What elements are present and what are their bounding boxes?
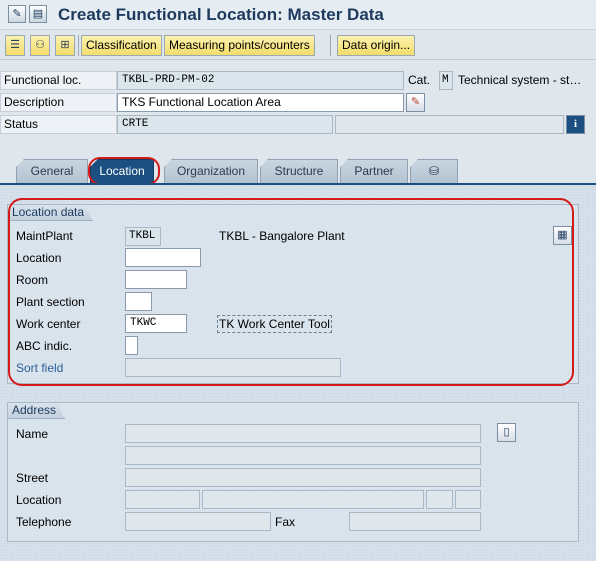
address-street-field: [125, 468, 481, 487]
address-postal-field: [125, 490, 200, 509]
address-detail-icon[interactable]: ▯: [497, 423, 516, 442]
tab-more-icon[interactable]: ⛁: [410, 159, 458, 183]
address-region-field: [455, 490, 481, 509]
tab-general[interactable]: General: [16, 159, 88, 183]
display-change-icon[interactable]: ✎: [8, 5, 26, 23]
maintplant-label: MaintPlant: [16, 229, 73, 243]
maintplant-field: TKBL: [125, 227, 161, 246]
abc-indic-input[interactable]: [125, 336, 138, 355]
work-center-input[interactable]: TKWC: [125, 314, 187, 333]
address-city-field: [202, 490, 424, 509]
functional-loc-label: Functional loc.: [0, 71, 117, 90]
sort-field-input: [125, 358, 341, 377]
address-name-label: Name: [16, 427, 49, 441]
classification-button[interactable]: Classification: [81, 35, 162, 56]
address-fax-field: [349, 512, 481, 531]
toolbar-separator: [78, 35, 79, 56]
address-title: Address: [8, 403, 65, 419]
address-street-label: Street: [16, 471, 49, 485]
address-fax-label: Fax: [275, 515, 296, 529]
status-field: CRTE: [117, 115, 333, 134]
address-map-icon[interactable]: ▦: [553, 226, 572, 245]
plant-section-input[interactable]: [125, 292, 152, 311]
cat-description: Technical system - st…: [458, 73, 582, 87]
description-input[interactable]: TKS Functional Location Area: [117, 93, 404, 112]
page-title: Create Functional Location: Master Data: [58, 5, 384, 24]
room-input[interactable]: [125, 270, 187, 289]
description-label: Description: [0, 93, 117, 112]
document-icon[interactable]: ▤: [29, 5, 47, 23]
location-label: Location: [16, 251, 62, 265]
tab-organization[interactable]: Organization: [164, 159, 258, 183]
address-name-field-1: [125, 424, 481, 443]
hierarchy-icon[interactable]: ⊞: [55, 35, 75, 56]
cat-field: M: [439, 71, 453, 90]
application-toolbar: ☰ ⚇ ⊞ Classification Measuring points/co…: [0, 30, 596, 60]
tab-highlight-circle: [88, 157, 160, 185]
address-country-field: [426, 490, 453, 509]
location-input[interactable]: [125, 248, 201, 267]
work-center-description: TK Work Center Tool: [217, 315, 332, 333]
abc-indic-label: ABC indic.: [16, 339, 73, 353]
toolbar-separator: [330, 35, 331, 56]
address-telephone-field: [125, 512, 271, 531]
binoculars-icon[interactable]: ⚇: [30, 35, 50, 56]
sort-field-label: Sort field: [16, 361, 64, 375]
tab-partner[interactable]: Partner: [340, 159, 408, 183]
address-telephone-label: Telephone: [16, 515, 72, 529]
plant-section-label: Plant section: [16, 295, 85, 309]
maintplant-description: TKBL - Bangalore Plant: [219, 229, 345, 243]
status-text-field: [335, 115, 564, 134]
tab-structure[interactable]: Structure: [260, 159, 338, 183]
address-location-label: Location: [16, 493, 62, 507]
title-bar: ✎ ▤ Create Functional Location: Master D…: [0, 0, 596, 30]
list-icon[interactable]: ☰: [5, 35, 25, 56]
address-name-field-2: [125, 446, 481, 465]
long-text-edit-icon[interactable]: ✎: [406, 93, 425, 112]
measuring-points-button[interactable]: Measuring points/counters: [164, 35, 315, 56]
functional-loc-field: TKBL-PRD-PM-02: [117, 71, 404, 90]
status-label: Status: [0, 115, 117, 134]
data-origin-button[interactable]: Data origin...: [337, 35, 416, 56]
status-info-icon[interactable]: i: [566, 115, 585, 134]
cat-label: Cat.: [408, 73, 431, 87]
work-center-label: Work center: [16, 317, 81, 331]
room-label: Room: [16, 273, 49, 287]
